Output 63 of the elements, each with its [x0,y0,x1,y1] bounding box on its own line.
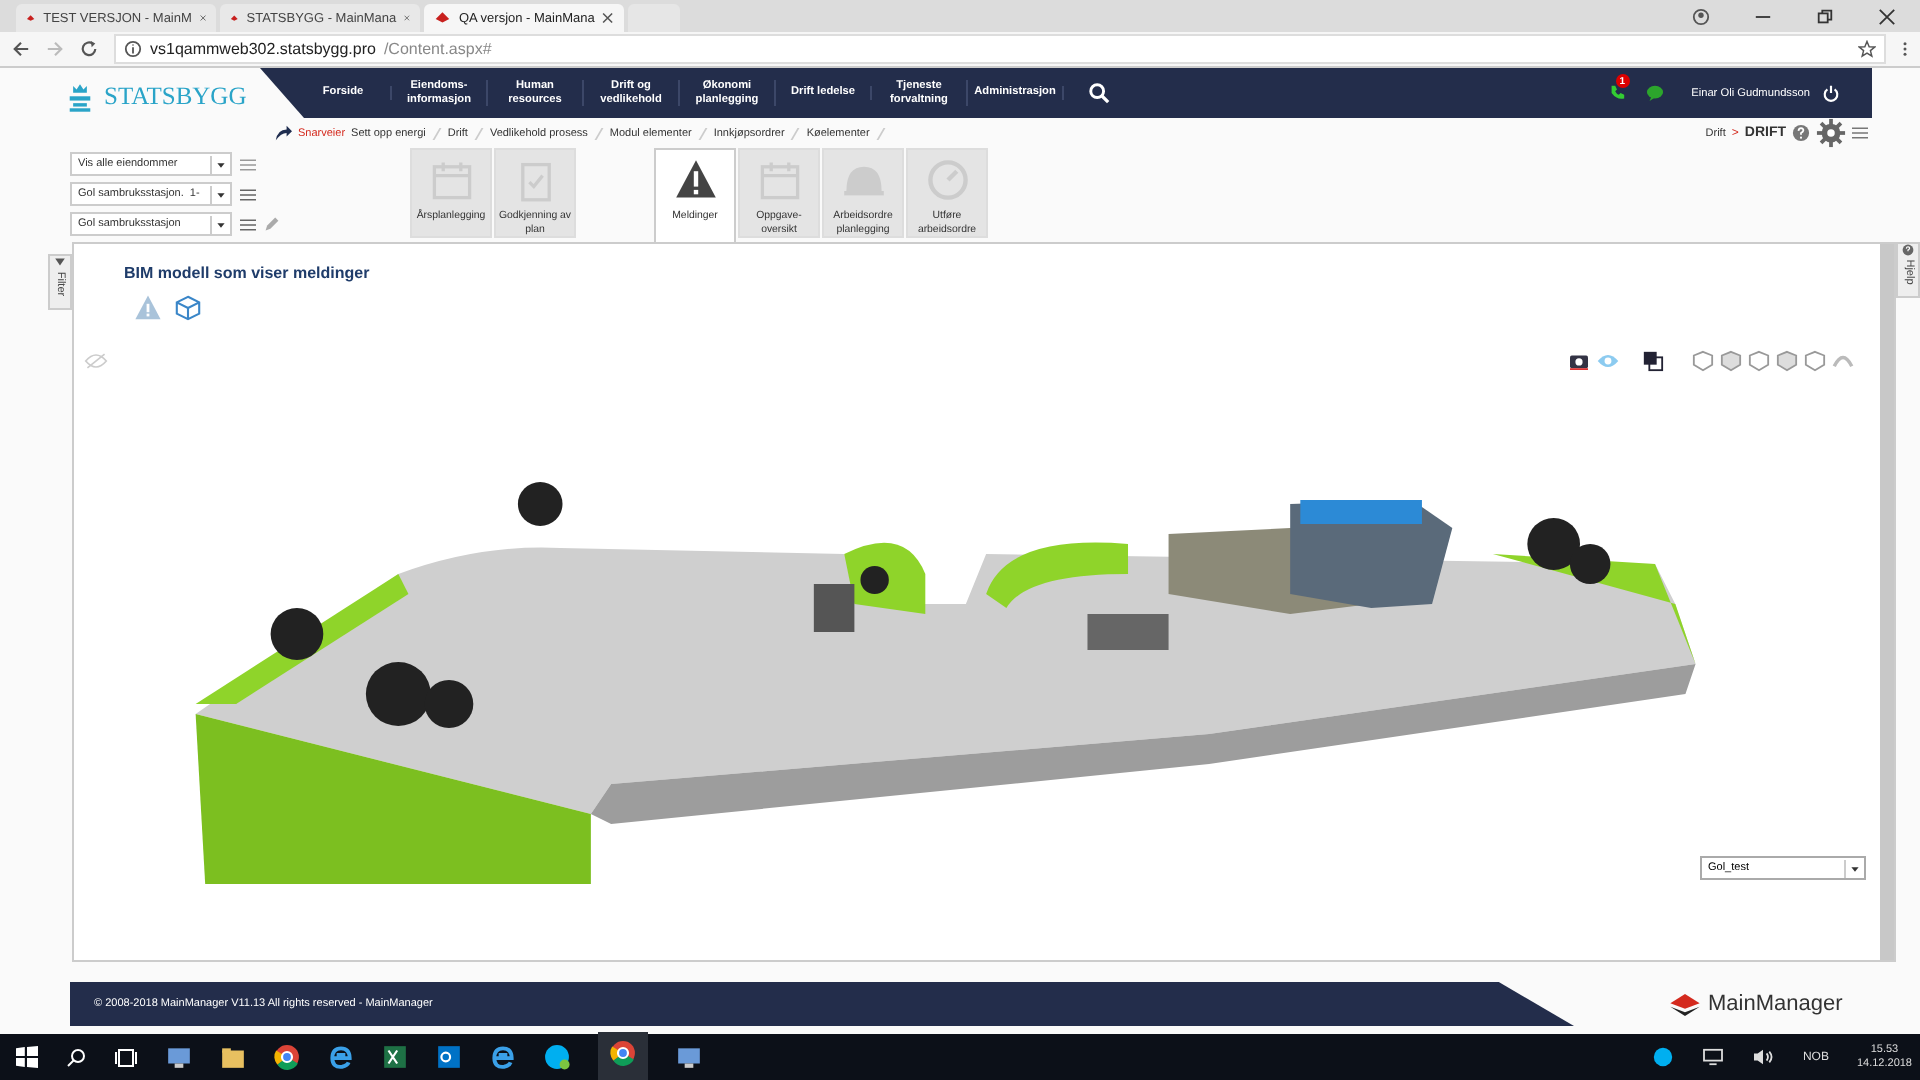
close-icon[interactable] [602,12,614,24]
chrome-icon[interactable] [610,1039,636,1065]
close-icon[interactable] [1878,8,1896,26]
browser-e-icon[interactable] [328,1044,354,1070]
menu-icon[interactable] [1902,40,1908,58]
help-icon [1902,244,1914,256]
warning-icon [673,158,717,202]
scrollbar[interactable] [1880,244,1894,960]
cube-view-icon[interactable] [1748,350,1770,372]
caret-icon [210,215,230,233]
back-icon[interactable] [12,40,30,58]
list-icon[interactable] [240,157,256,171]
panel-title: BIM modell som viser meldinger [124,264,372,282]
logo-icon [26,9,36,27]
star-icon[interactable] [1858,40,1876,58]
info-icon [124,40,142,58]
mail-icon[interactable] [436,1044,462,1070]
crown-icon [68,81,92,113]
calendar-icon [757,158,801,202]
profile-icon[interactable] [1692,8,1710,26]
restore-icon[interactable] [1816,8,1834,26]
search-icon[interactable] [1088,82,1110,104]
folder-icon[interactable] [220,1044,246,1070]
caret-icon [1844,859,1864,877]
browser-e-icon[interactable] [490,1044,516,1070]
logo-icon [434,9,451,27]
reload-icon[interactable] [80,40,98,58]
logo-icon [1670,993,1700,1015]
chat-icon[interactable] [544,1044,570,1070]
filter-icon [54,256,66,268]
search-icon[interactable] [66,1047,86,1067]
layers-icon[interactable] [1642,350,1664,372]
chat-icon[interactable] [1645,84,1664,102]
computer-icon[interactable] [166,1044,192,1070]
speaker-icon[interactable] [1752,1048,1775,1066]
task-view-icon[interactable] [114,1047,138,1067]
spreadsheet-icon[interactable] [382,1044,408,1070]
cube-view-icon[interactable] [1776,350,1798,372]
windows-icon[interactable] [16,1046,38,1068]
chrome-icon[interactable] [274,1044,300,1070]
gauge-icon [925,158,969,202]
list-icon[interactable] [240,187,256,201]
caret-icon [210,185,230,203]
settings-icon[interactable] [1816,118,1846,148]
phone-icon[interactable] [1607,84,1626,102]
logo-text: STATSBYGG [104,82,247,112]
list-icon[interactable] [240,217,256,231]
address-field[interactable]: vs1qammweb302.statsbygg.pro /Content.aspx# [114,34,1886,64]
network-icon[interactable] [1702,1048,1725,1066]
caret-icon [210,155,230,173]
menu-icon[interactable] [1852,126,1868,140]
calendar-icon [429,158,473,202]
computer-icon[interactable] [676,1044,702,1070]
cube-view-icon[interactable] [1692,350,1714,372]
camera-icon[interactable] [1568,352,1590,370]
cube-view-icon[interactable] [1804,350,1826,372]
power-icon[interactable] [1822,84,1840,102]
cube-icon[interactable] [174,294,202,322]
help-icon[interactable] [1792,124,1810,142]
brand-name: MainManager [1708,992,1843,1016]
curved-arrow-icon [274,124,292,142]
chat-icon[interactable] [1652,1046,1675,1068]
cube-view-icon[interactable] [1720,350,1742,372]
